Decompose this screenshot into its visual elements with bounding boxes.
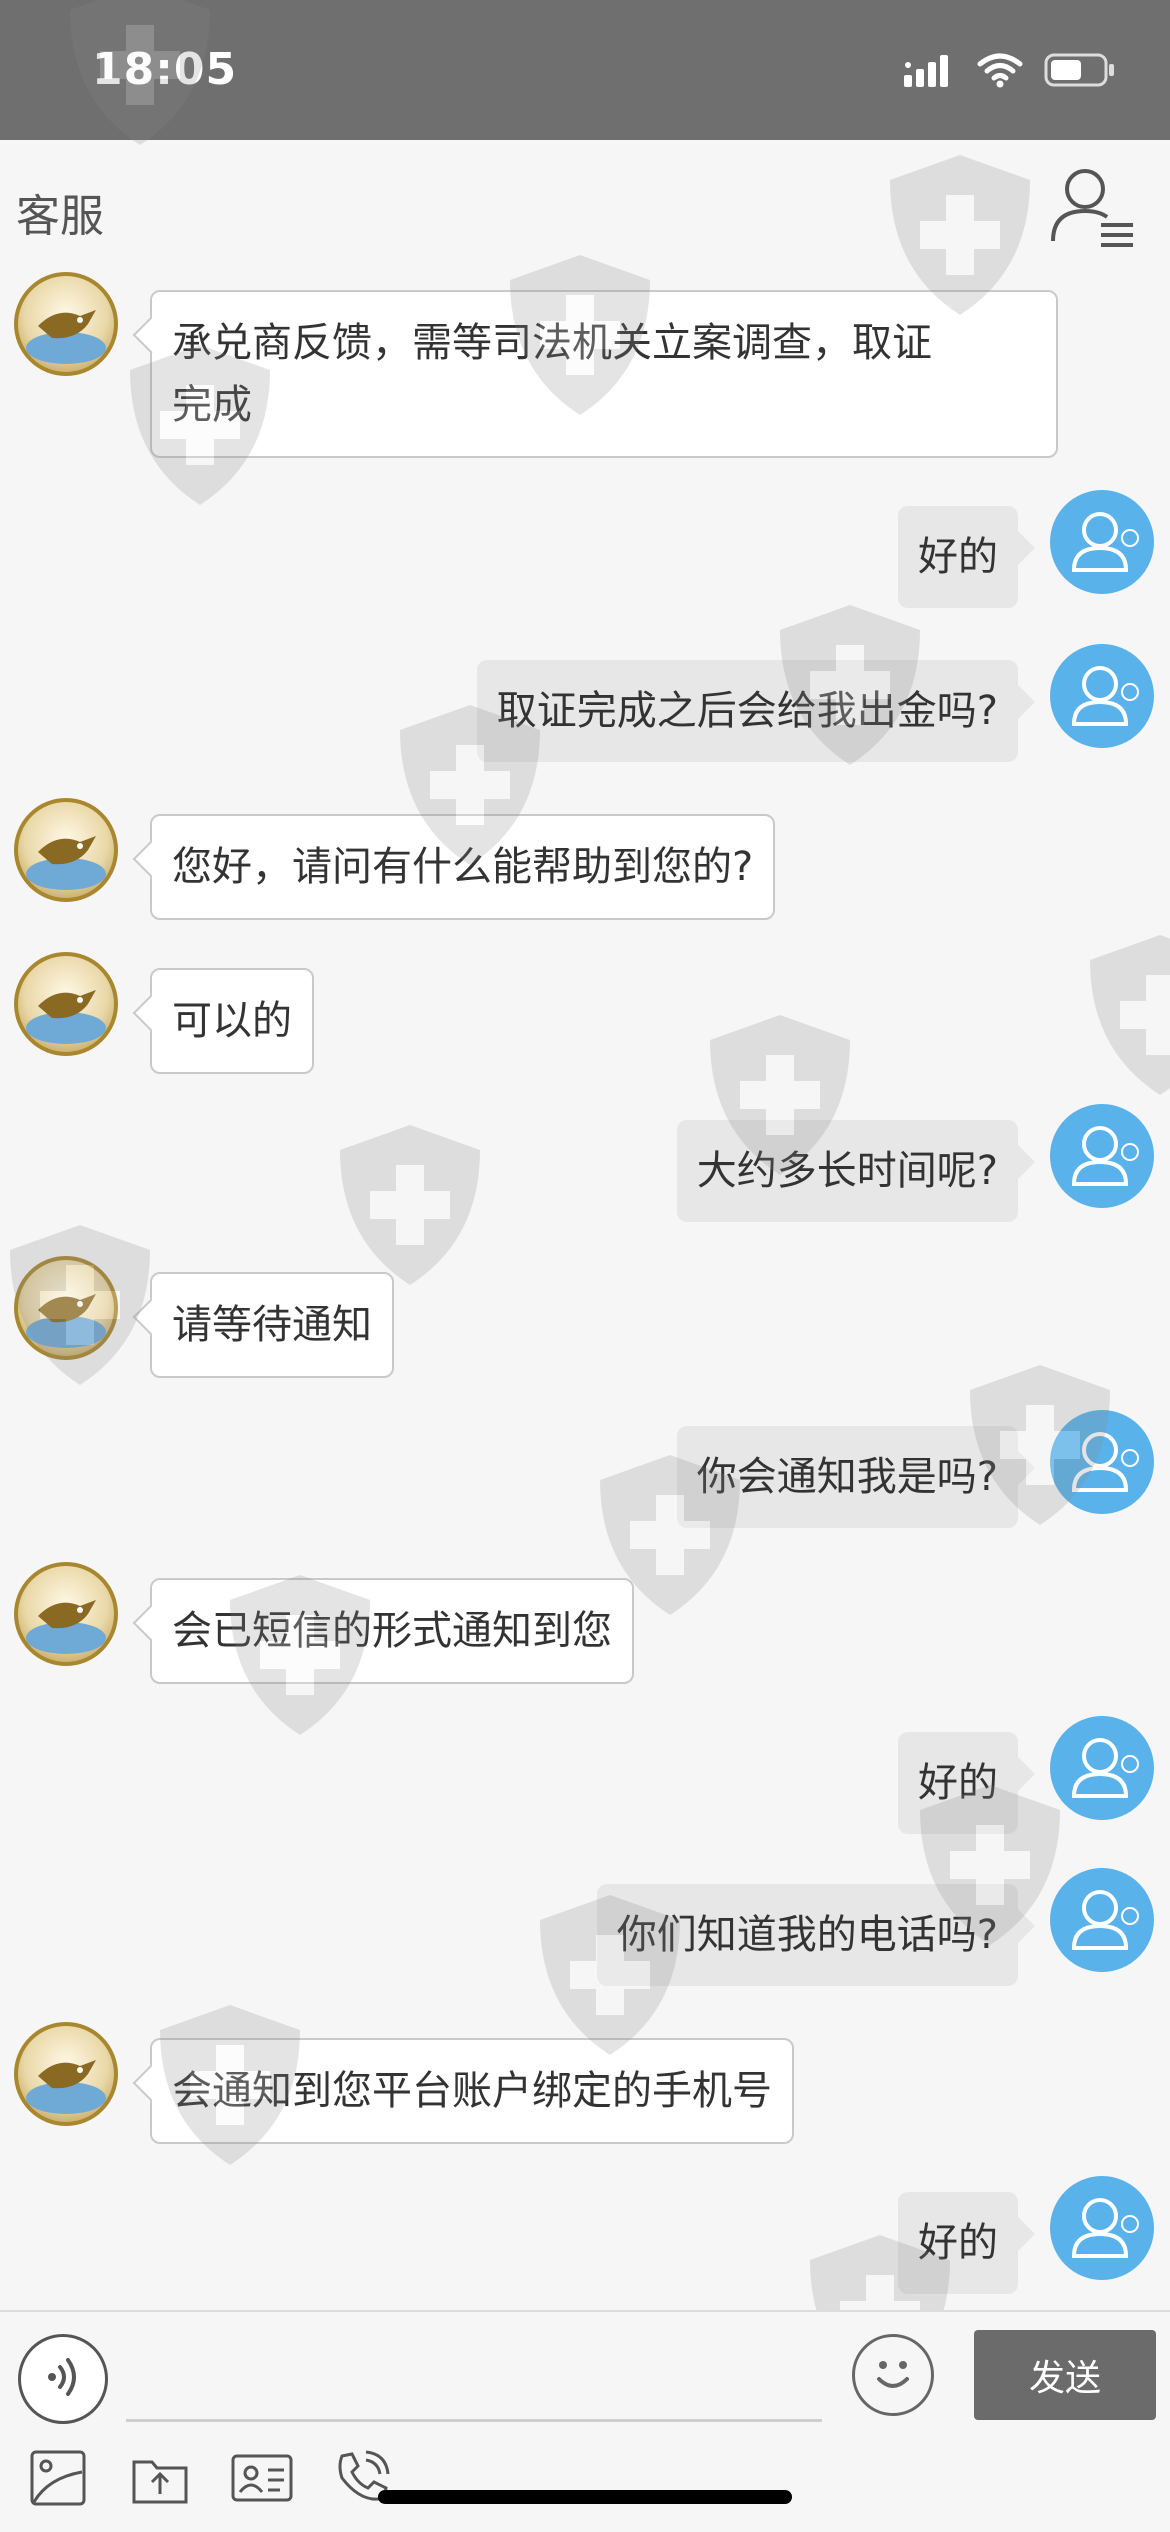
message-input[interactable] (126, 2324, 822, 2422)
contact-card-button[interactable] (230, 2448, 294, 2512)
agent-avatar (14, 2022, 118, 2126)
message-bubble: 会通知到您平台账户绑定的手机号 (150, 2038, 794, 2144)
agent-avatar (14, 272, 118, 376)
message-bubble: 会已短信的形式通知到您 (150, 1578, 634, 1684)
message-list[interactable]: 承兑商反馈，需等司法机关立案调查，取证 完成 好的 取证完成之后会给我出金吗? … (0, 0, 1170, 2310)
user-avatar (1050, 644, 1154, 748)
user-avatar (1050, 490, 1154, 594)
user-avatar (1050, 1104, 1154, 1208)
contact-card-icon (230, 2448, 294, 2512)
upload-file-button[interactable] (128, 2448, 192, 2512)
message-bubble: 可以的 (150, 968, 314, 1074)
user-avatar (1050, 1716, 1154, 1820)
voice-icon (38, 2352, 88, 2406)
user-avatar (1050, 2176, 1154, 2280)
message-bubble: 好的 (898, 2192, 1018, 2294)
message-bubble: 请等待通知 (150, 1272, 394, 1378)
user-avatar (1050, 1410, 1154, 1514)
agent-avatar (14, 1562, 118, 1666)
agent-avatar (14, 798, 118, 902)
message-bubble: 你会通知我是吗? (676, 1426, 1018, 1528)
attachment-toolbar (0, 2432, 1170, 2532)
emoji-button[interactable] (852, 2334, 934, 2416)
image-icon (28, 2448, 88, 2512)
message-bubble: 取证完成之后会给我出金吗? (476, 660, 1018, 762)
image-button[interactable] (26, 2448, 90, 2512)
send-button[interactable]: 发送 (974, 2330, 1156, 2420)
message-input-bar: 发送 (0, 2310, 1170, 2432)
voice-button[interactable] (18, 2334, 108, 2424)
user-avatar (1050, 1868, 1154, 1972)
home-indicator (378, 2490, 792, 2504)
agent-avatar (14, 1256, 118, 1360)
agent-avatar (14, 952, 118, 1056)
message-bubble: 您好，请问有什么能帮助到您的? (150, 814, 776, 920)
message-bubble: 你们知道我的电话吗? (596, 1884, 1018, 1986)
upload-file-icon (130, 2448, 190, 2512)
message-bubble: 承兑商反馈，需等司法机关立案调查，取证 完成 (150, 290, 1058, 458)
message-bubble: 好的 (898, 506, 1018, 608)
message-bubble: 好的 (898, 1732, 1018, 1834)
message-bubble: 大约多长时间呢? (676, 1120, 1018, 1222)
smiley-icon (863, 2343, 923, 2407)
